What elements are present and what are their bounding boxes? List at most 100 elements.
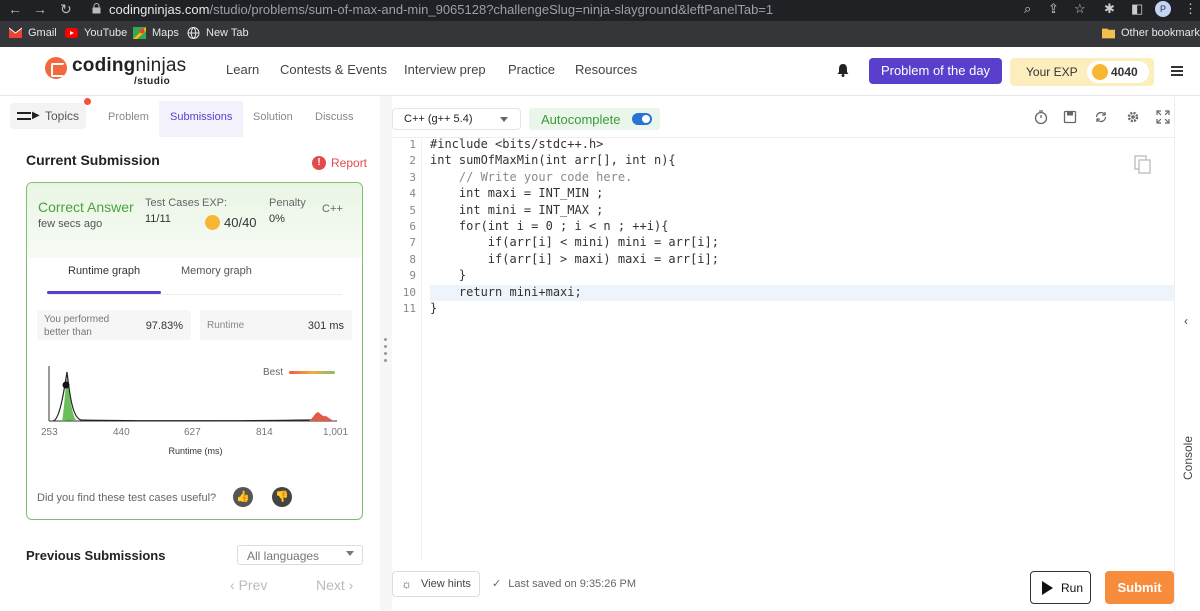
- exp-earned: 40/40: [205, 215, 257, 230]
- copy-icon[interactable]: [1134, 155, 1151, 174]
- language-select-value: C++ (g++ 5.4): [404, 113, 473, 125]
- tab-memory-graph[interactable]: Memory graph: [181, 265, 252, 277]
- chevron-left-icon: ‹: [1184, 314, 1188, 328]
- language-filter-value: All languages: [247, 549, 320, 563]
- line-number: 4: [409, 187, 416, 201]
- your-exp-badge[interactable]: Your EXP 4040: [1010, 58, 1154, 86]
- timer-icon[interactable]: [1034, 110, 1048, 124]
- performance-stat: You performed better than 97.83%: [37, 310, 191, 340]
- topics-button[interactable]: ▶ Topics: [10, 98, 91, 129]
- bookmark-youtube[interactable]: YouTube: [65, 27, 127, 39]
- next-button[interactable]: Next ›: [316, 577, 353, 593]
- console-panel-toggle[interactable]: ‹ Console: [1174, 96, 1200, 611]
- report-button[interactable]: ! Report: [312, 156, 367, 170]
- extensions-icon[interactable]: ✱: [1104, 1, 1115, 17]
- reload-icon[interactable]: ↻: [60, 1, 72, 18]
- line-number: 7: [409, 236, 416, 250]
- bookmark-label: New Tab: [206, 27, 249, 39]
- bookmark-label: Gmail: [28, 27, 57, 39]
- bell-icon[interactable]: [837, 63, 849, 77]
- runtime-value: 301 ms: [307, 320, 344, 332]
- run-label: Run: [1061, 581, 1084, 595]
- bookmark-maps[interactable]: Maps: [133, 27, 179, 39]
- globe-icon: [187, 27, 200, 39]
- thumbs-up-icon[interactable]: 👍: [233, 487, 253, 507]
- thumbs-down-icon[interactable]: 👎: [272, 487, 292, 507]
- language-filter-select[interactable]: All languages: [237, 545, 363, 565]
- lock-icon: [92, 3, 101, 14]
- penalty-label: Penalty: [269, 197, 306, 209]
- logo-text[interactable]: codingninjas: [72, 55, 186, 77]
- performed-label: You performed better than: [44, 314, 110, 338]
- nav-interview-prep[interactable]: Interview prep: [404, 62, 486, 77]
- nav-practice[interactable]: Practice: [508, 62, 555, 77]
- problem-of-the-day-button[interactable]: Problem of the day: [869, 58, 1002, 84]
- active-tab-underline: [47, 291, 161, 294]
- language-select[interactable]: C++ (g++ 5.4): [392, 108, 521, 130]
- zoom-icon[interactable]: ⌕: [1024, 1, 1031, 17]
- runtime-stat: Runtime 301 ms: [200, 310, 352, 340]
- gear-icon[interactable]: [1126, 110, 1140, 124]
- forward-icon[interactable]: →: [33, 1, 47, 17]
- other-bookmarks[interactable]: Other bookmarks: [1102, 27, 1200, 39]
- nav-contests[interactable]: Contests & Events: [280, 62, 387, 77]
- profile-avatar[interactable]: P: [1155, 1, 1171, 17]
- autocomplete-toggle[interactable]: Autocomplete: [529, 108, 660, 130]
- exp-value: 4040: [1111, 65, 1138, 79]
- star-icon[interactable]: ☆: [1074, 1, 1086, 17]
- line-number: 3: [409, 170, 416, 184]
- save-icon[interactable]: [1063, 110, 1077, 124]
- line-number: 6: [409, 220, 416, 233]
- distribution-curve: [52, 371, 312, 422]
- hamburger-menu-icon[interactable]: [1171, 66, 1183, 76]
- menu-dots-icon[interactable]: ⋮: [1184, 1, 1197, 17]
- drag-handle-icon[interactable]: [384, 338, 387, 366]
- bookmark-new-tab[interactable]: New Tab: [187, 27, 249, 39]
- code-editor[interactable]: 1 #include <bits/stdc++.h> 2 int sumOfMaxMi…: [392, 137, 1174, 560]
- tab-discuss[interactable]: Discuss: [315, 111, 354, 123]
- view-hints-button[interactable]: ☼ View hints: [392, 571, 480, 597]
- play-icon: [1042, 581, 1053, 595]
- exp-pill: 4040: [1087, 61, 1149, 83]
- submit-button[interactable]: Submit: [1105, 571, 1174, 604]
- prev-label: Prev: [238, 577, 268, 593]
- youtube-icon: [65, 28, 78, 38]
- fullscreen-icon[interactable]: [1156, 110, 1170, 124]
- back-icon[interactable]: ←: [8, 1, 22, 17]
- line-number: 11: [402, 302, 416, 315]
- browser-url-bar: ← → ↻ codingninjas.com/studio/problems/s…: [0, 0, 1200, 21]
- console-label: Console: [1181, 435, 1195, 480]
- bookmark-gmail[interactable]: Gmail: [9, 27, 57, 39]
- editor-toolbar: C++ (g++ 5.4) Autocomplete: [392, 96, 1180, 138]
- tab-problem[interactable]: Problem: [108, 111, 149, 123]
- address-bar[interactable]: codingninjas.com/studio/problems/sum-of-…: [109, 2, 773, 17]
- nav-resources[interactable]: Resources: [575, 62, 637, 77]
- next-label: Next: [316, 577, 345, 593]
- prev-button[interactable]: ‹ Prev: [230, 577, 267, 593]
- nav-learn[interactable]: Learn: [226, 62, 259, 77]
- report-label: Report: [331, 156, 368, 170]
- line-number: 8: [409, 252, 416, 266]
- left-panel-tabs: ▶ Topics Problem Submissions Solution Di…: [0, 96, 380, 140]
- maps-icon: [133, 27, 146, 39]
- tab-submissions[interactable]: Submissions: [170, 111, 232, 123]
- code-line: for(int i = 0 ; i < n ; ++i){: [430, 219, 669, 233]
- other-bookmarks-label: Other bookmarks: [1121, 27, 1200, 39]
- tab-solution[interactable]: Solution: [253, 111, 293, 123]
- test-cases-label: Test Cases: [145, 197, 200, 209]
- distribution-area-red: [309, 412, 335, 421]
- line-number: 10: [402, 285, 416, 299]
- arrow-right-icon: ▶: [32, 110, 40, 121]
- share-icon[interactable]: ⇪: [1048, 1, 1059, 17]
- logo-ninjas: ninjas: [135, 55, 187, 76]
- coding-ninjas-logo-icon[interactable]: [45, 57, 67, 79]
- toggle-switch[interactable]: [632, 113, 652, 125]
- reset-icon[interactable]: [1094, 110, 1108, 124]
- current-submission-title: Current Submission: [26, 152, 160, 168]
- topics-label: Topics: [45, 109, 80, 123]
- tab-runtime-graph[interactable]: Runtime graph: [68, 265, 140, 277]
- run-button[interactable]: Run: [1030, 571, 1091, 604]
- last-saved-status: ✓ Last saved on 9:35:26 PM: [492, 577, 636, 591]
- exp-earned-value: 40/40: [224, 215, 257, 230]
- sidebar-icon[interactable]: ◧: [1131, 1, 1143, 17]
